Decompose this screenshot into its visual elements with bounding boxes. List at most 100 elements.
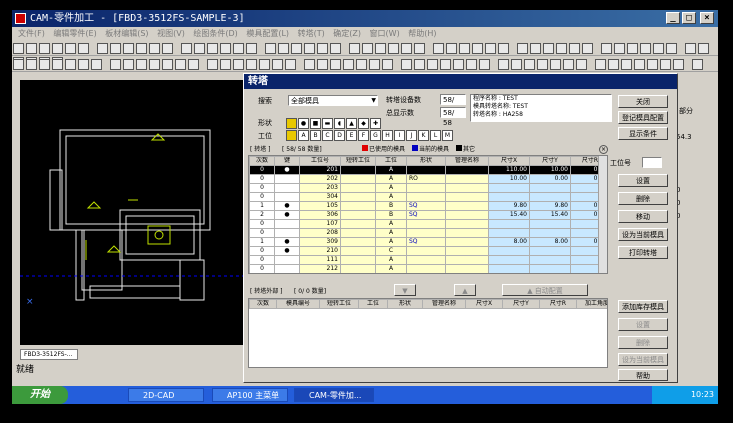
tool-icon[interactable] (550, 59, 561, 70)
tool-icon[interactable] (265, 43, 276, 54)
column-header[interactable]: 工位 (375, 156, 407, 166)
tool-icon[interactable] (673, 59, 684, 70)
tool-icon[interactable] (317, 59, 328, 70)
tool-icon[interactable] (304, 43, 315, 54)
tool-icon[interactable] (343, 59, 354, 70)
station-no-input[interactable] (642, 157, 662, 168)
menu-file[interactable]: 文件(F) (18, 29, 45, 38)
tool-icon[interactable] (698, 43, 709, 54)
table-row[interactable]: 0 208 A (249, 228, 607, 238)
tool-icon[interactable] (382, 59, 393, 70)
tool-icon[interactable] (356, 59, 367, 70)
column-header[interactable]: 键 (274, 156, 300, 166)
tool-icon[interactable] (640, 43, 651, 54)
all-shapes-icon[interactable] (286, 118, 297, 129)
tool-icon[interactable] (517, 43, 528, 54)
tool-icon[interactable] (453, 59, 464, 70)
task-cam[interactable]: CAM-零件加... (294, 388, 374, 402)
menu-draw-conditions[interactable]: 绘图条件(D) (193, 29, 237, 38)
station-l[interactable]: L (430, 130, 441, 141)
tool-icon[interactable] (207, 59, 218, 70)
tool-icon[interactable] (78, 59, 89, 70)
station-e[interactable]: E (346, 130, 357, 141)
tool-icon[interactable] (330, 59, 341, 70)
tool-icon[interactable] (375, 43, 386, 54)
other-shape-icon[interactable]: ✚ (370, 118, 381, 129)
tool-icon[interactable] (175, 59, 186, 70)
tool-icon[interactable] (149, 59, 160, 70)
circle-shape-icon[interactable]: ● (298, 118, 309, 129)
tool-icon[interactable] (278, 43, 289, 54)
triangle-shape-icon[interactable]: ▲ (346, 118, 357, 129)
outside-table[interactable]: 次数模具编号短转工位工位形状管理名称尺寸X尺寸Y尺寸R加工角度类型 (248, 298, 608, 368)
tool-icon[interactable] (349, 43, 360, 54)
tool-icon[interactable] (601, 43, 612, 54)
tool-icon[interactable] (401, 59, 412, 70)
menu-sheet-edit[interactable]: 板材编辑(S) (105, 29, 148, 38)
tool-icon[interactable] (498, 43, 509, 54)
set-button[interactable]: 设置 (618, 174, 668, 187)
tool-icon[interactable] (123, 43, 134, 54)
table-row[interactable]: 0●313 A (250, 274, 609, 275)
tool-icon[interactable] (485, 43, 496, 54)
column-header[interactable]: 尺寸Y (502, 299, 540, 309)
tool-icon[interactable] (582, 43, 593, 54)
tool-icon[interactable] (181, 43, 192, 54)
tool-icon[interactable] (52, 43, 63, 54)
station-d[interactable]: D (334, 130, 345, 141)
column-header[interactable]: 短转工位 (319, 299, 359, 309)
tool-icon[interactable] (233, 59, 244, 70)
tool-icon[interactable] (479, 59, 490, 70)
column-header[interactable]: 尺寸X (488, 156, 530, 166)
column-header[interactable]: 模具编号 (276, 299, 320, 309)
tool-icon[interactable] (26, 43, 37, 54)
rect-shape-icon[interactable]: ▬ (322, 118, 333, 129)
column-header[interactable]: 加工角度 (576, 299, 607, 309)
table-row[interactable]: 0●201ARE110.0010.000.000.00 (249, 165, 607, 175)
tool-icon[interactable] (330, 43, 341, 54)
turret-table-scrollbar[interactable] (598, 156, 607, 273)
station-a[interactable]: A (298, 130, 309, 141)
tool-icon[interactable] (530, 43, 541, 54)
tool-icon[interactable] (136, 59, 147, 70)
column-header[interactable]: 尺寸Y (529, 156, 571, 166)
station-g[interactable]: G (370, 130, 381, 141)
tool-icon[interactable] (498, 59, 509, 70)
tool-icon[interactable] (433, 43, 444, 54)
oblong-shape-icon[interactable]: ◖ (334, 118, 345, 129)
station-i[interactable]: I (394, 130, 405, 141)
search-select[interactable]: 全部模具 ▼ (288, 95, 378, 106)
tool-icon[interactable] (13, 43, 24, 54)
cad-canvas[interactable]: × (20, 80, 246, 345)
column-header[interactable]: 工位 (358, 299, 388, 309)
menu-edit-part[interactable]: 编辑零件(E) (53, 29, 96, 38)
tool-icon[interactable] (608, 59, 619, 70)
menu-tool-layout[interactable]: 模具配置(L) (246, 29, 289, 38)
tool-icon[interactable] (692, 59, 703, 70)
outside-set-button[interactable]: 设置 (618, 318, 668, 331)
tool-icon[interactable] (194, 43, 205, 54)
tool-icon[interactable] (26, 59, 37, 70)
tool-icon[interactable] (149, 43, 160, 54)
task-2dcad[interactable]: 2D-CAD (128, 388, 204, 402)
tool-icon[interactable] (123, 59, 134, 70)
close-dialog-button[interactable]: 关闭 (618, 95, 668, 108)
tool-icon[interactable] (446, 43, 457, 54)
station-b[interactable]: B (310, 130, 321, 141)
tool-icon[interactable] (246, 43, 257, 54)
tool-icon[interactable] (291, 43, 302, 54)
tool-icon[interactable] (220, 43, 231, 54)
close-button[interactable]: × (700, 12, 714, 24)
start-button[interactable]: 开始 (12, 386, 68, 404)
tool-icon[interactable] (362, 43, 373, 54)
tool-icon[interactable] (388, 43, 399, 54)
tool-icon[interactable] (537, 59, 548, 70)
register-layout-button[interactable]: 登记模具配置 (618, 111, 668, 124)
minimize-button[interactable]: _ (666, 12, 680, 24)
tool-icon[interactable] (97, 43, 108, 54)
tool-icon[interactable] (369, 59, 380, 70)
tool-icon[interactable] (188, 59, 199, 70)
table-row[interactable]: 0 111 A (249, 255, 607, 265)
tool-icon[interactable] (401, 43, 412, 54)
add-stock-tool-button[interactable]: 添加库存模具 (618, 300, 668, 313)
